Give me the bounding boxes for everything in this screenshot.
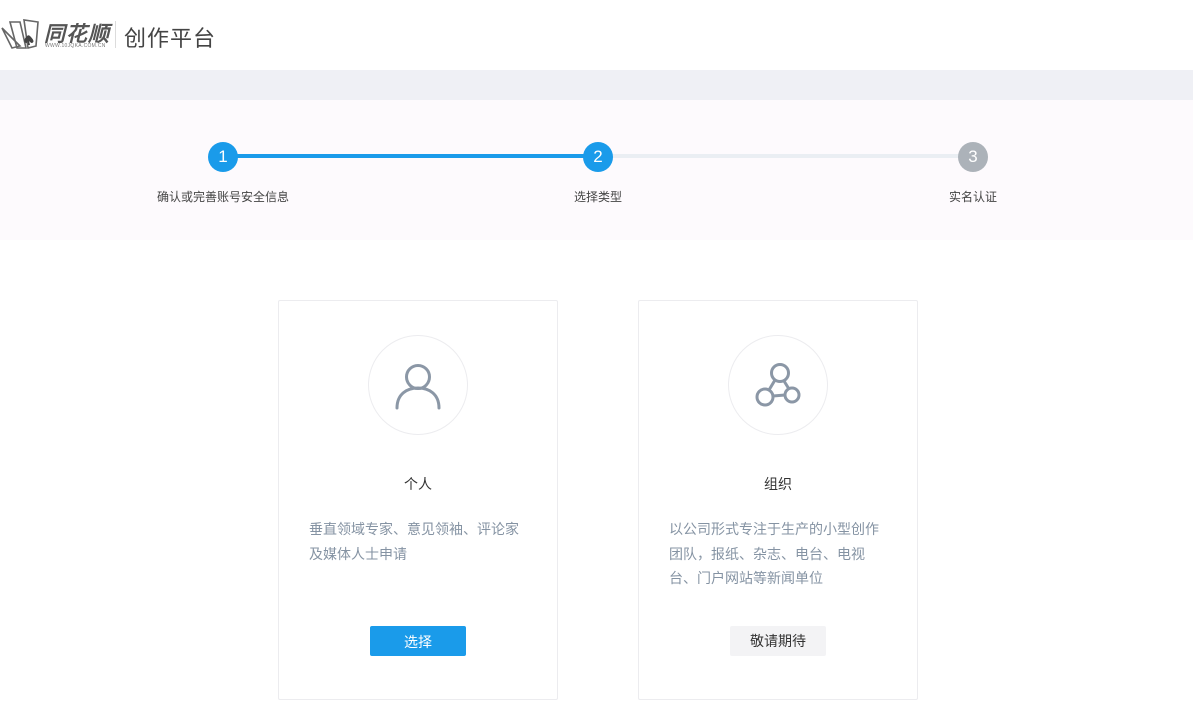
organization-desc-line: 以公司形式专注于生产的小型创作 <box>669 521 879 537</box>
personal-icon-circle <box>368 335 468 435</box>
header: 同花顺 WWW.10JQKA.COM.CN 创作平台 <box>0 0 1193 70</box>
platform-title: 创作平台 <box>124 26 217 51</box>
step-3-label: 实名认证 <box>948 190 997 204</box>
personal-card-description: 垂直领域专家、意见领袖、评论家 及媒体人士申请 <box>309 517 529 566</box>
organization-icon <box>755 363 801 407</box>
step-2-circle: 2 <box>583 142 613 172</box>
step-1-circle: 1 <box>208 142 238 172</box>
logo[interactable]: 同花顺 WWW.10JQKA.COM.CN <box>0 14 110 54</box>
step-line-completed <box>223 154 598 158</box>
organization-icon-circle <box>728 335 828 435</box>
select-personal-button[interactable]: 选择 <box>370 626 466 656</box>
step-line-pending <box>598 154 973 158</box>
organization-card-title: 组织 <box>764 476 792 492</box>
coming-soon-button: 敬请期待 <box>730 626 826 656</box>
personal-card-title: 个人 <box>404 476 432 492</box>
header-band <box>0 70 1193 100</box>
organization-card-description: 以公司形式专注于生产的小型创作 团队，报纸、杂志、电台、电视 台、门户网站等新闻… <box>669 517 889 591</box>
step-3-circle: 3 <box>958 142 988 172</box>
organization-desc-line: 台、门户网站等新闻单位 <box>669 570 823 586</box>
logo-url: WWW.10JQKA.COM.CN <box>45 43 106 49</box>
organization-desc-line: 团队，报纸、杂志、电台、电视 <box>669 545 865 562</box>
progress-stepper: 1 2 3 确认或完善账号安全信息 选择类型 实名认证 <box>0 100 1193 240</box>
step-1-label: 确认或完善账号安全信息 <box>156 190 289 204</box>
personal-desc-line: 及媒体人士申请 <box>309 545 407 562</box>
user-icon <box>395 364 441 410</box>
personal-desc-line: 垂直领域专家、意见领袖、评论家 <box>309 521 519 537</box>
personal-type-card[interactable]: 个人 垂直领域专家、意见领袖、评论家 及媒体人士申请 选择 <box>278 300 558 700</box>
header-divider <box>115 21 116 48</box>
card-fan-logo-icon <box>1 19 39 49</box>
organization-type-card: 组织 以公司形式专注于生产的小型创作 团队，报纸、杂志、电台、电视 台、门户网站… <box>638 300 918 700</box>
step-2-label: 选择类型 <box>573 190 622 204</box>
